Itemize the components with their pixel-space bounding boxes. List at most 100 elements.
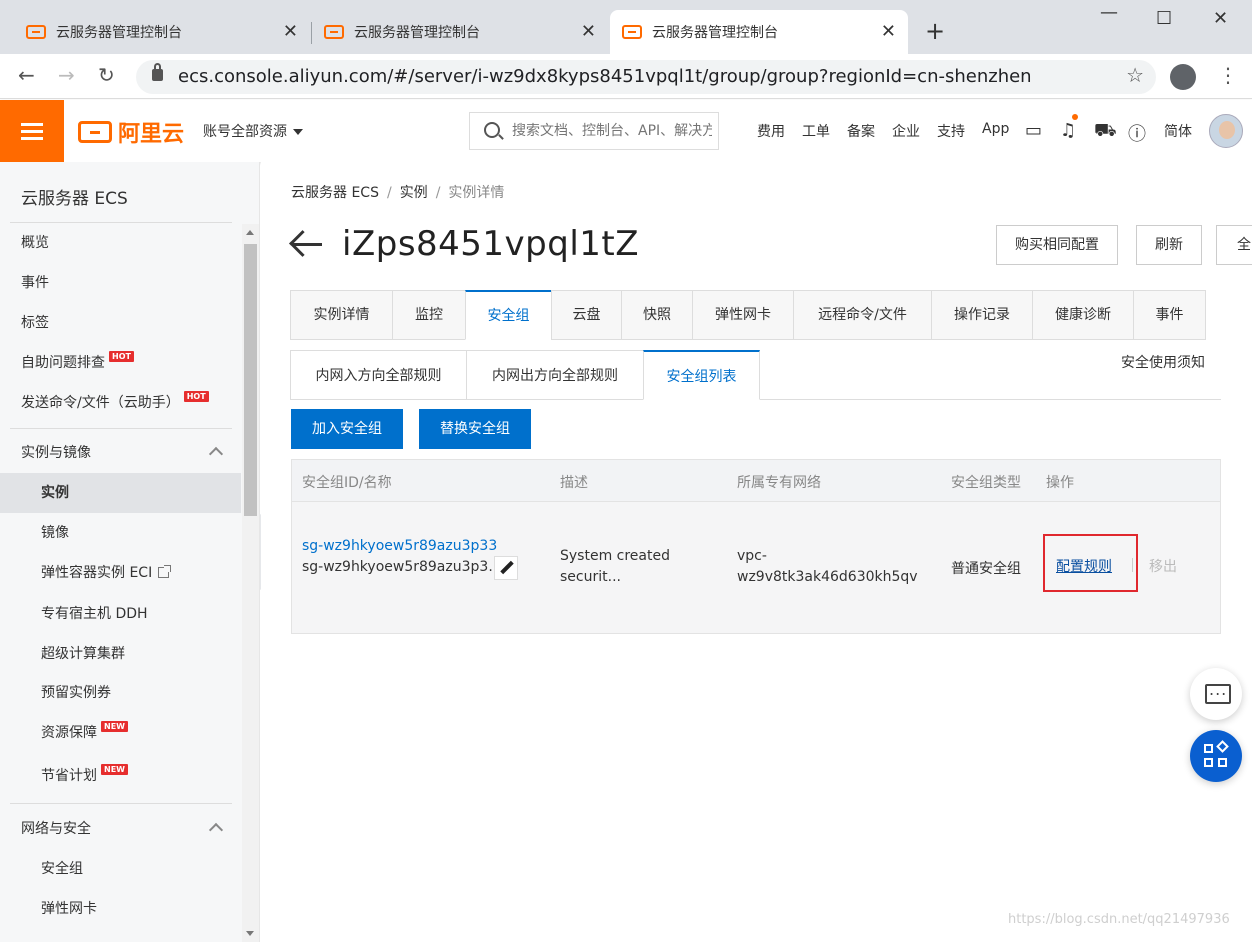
reload-icon[interactable]: ↻ — [98, 63, 115, 87]
sidebar-group-instances-images[interactable]: 实例与镜像 — [0, 433, 241, 473]
maximize-icon[interactable]: ☐ — [1156, 8, 1172, 29]
sidebar-item-ddh[interactable]: 专有宿主机 DDH — [0, 594, 241, 634]
search-icon — [484, 122, 500, 138]
address-bar[interactable]: ecs.console.aliyun.com/#/server/i-wz9dx8… — [136, 60, 1156, 94]
sg-type: 普通安全组 — [951, 561, 1021, 577]
join-security-group-button[interactable]: 加入安全组 — [291, 409, 403, 449]
help-icon[interactable]: ⓘ — [1128, 120, 1146, 146]
sidebar-item-self-diagnosis[interactable]: 自助问题排查 HOT — [0, 343, 241, 383]
tab-health-diagnosis[interactable]: 健康诊断 — [1032, 290, 1133, 340]
tab-security-groups[interactable]: 安全组 — [465, 290, 551, 340]
scrollbar-thumb[interactable] — [244, 244, 257, 516]
browser-menu-icon[interactable]: ⋮ — [1218, 63, 1238, 87]
sg-id-link[interactable]: sg-wz9hkyoew5r89azu3p33 — [302, 538, 497, 554]
tab-disks[interactable]: 云盘 — [551, 290, 621, 340]
tab-operation-records[interactable]: 操作记录 — [931, 290, 1032, 340]
subtab-outbound-rules[interactable]: 内网出方向全部规则 — [466, 350, 643, 400]
forward-icon[interactable]: → — [58, 63, 75, 87]
tab-remote-commands[interactable]: 远程命令/文件 — [793, 290, 931, 340]
close-tab-icon[interactable]: ✕ — [283, 21, 298, 42]
sidebar-title: 云服务器 ECS — [21, 189, 128, 209]
sidebar-scrollbar[interactable] — [242, 224, 259, 942]
tab-monitoring[interactable]: 监控 — [392, 290, 465, 340]
minimize-icon[interactable]: — — [1100, 2, 1118, 23]
browser-tab[interactable]: 云服务器管理控制台 ✕ — [14, 10, 310, 54]
new-badge: NEW — [101, 721, 128, 732]
divider — [10, 428, 232, 429]
aliyun-logo-icon — [78, 121, 112, 143]
tab-snapshots[interactable]: 快照 — [621, 290, 692, 340]
account-resource-dropdown[interactable]: 账号全部资源 — [203, 121, 303, 141]
console-topbar: 阿里云 账号全部资源 费用 工单 备案 企业 支持 App ▭ ♫ ⛟ ⓘ 简体 — [0, 100, 1252, 162]
edit-name-icon[interactable] — [494, 556, 518, 580]
cart-icon[interactable]: ⛟ — [1094, 120, 1117, 144]
global-search[interactable] — [469, 112, 719, 150]
refresh-button[interactable]: 刷新 — [1136, 225, 1202, 265]
url-text: ecs.console.aliyun.com/#/server/i-wz9dx8… — [178, 66, 1032, 87]
close-tab-icon[interactable]: ✕ — [881, 21, 896, 42]
sidebar-item-resource-assurance[interactable]: 资源保障 NEW — [0, 713, 241, 753]
sidebar-item-images[interactable]: 镜像 — [0, 513, 241, 553]
language-switch[interactable]: 简体 — [1164, 121, 1192, 141]
back-arrow-icon[interactable] — [290, 228, 322, 260]
replace-security-group-button[interactable]: 替换安全组 — [419, 409, 531, 449]
sidebar-item-events[interactable]: 事件 — [0, 263, 241, 303]
window-close-icon[interactable]: ✕ — [1213, 8, 1228, 29]
subtab-inbound-rules[interactable]: 内网入方向全部规则 — [290, 350, 466, 400]
remove-link[interactable]: 移出 — [1149, 556, 1177, 576]
sidebar-item-tags[interactable]: 标签 — [0, 303, 241, 343]
external-link-icon — [158, 565, 172, 578]
sidebar-item-reserved-instances[interactable]: 预留实例券 — [0, 673, 241, 713]
sidebar-item-eci[interactable]: 弹性容器实例 ECI — [0, 553, 241, 593]
search-input[interactable] — [512, 121, 712, 141]
scroll-up-icon[interactable] — [246, 230, 254, 235]
bell-icon[interactable]: ♫ — [1060, 120, 1076, 141]
browser-tab[interactable]: 云服务器管理控制台 ✕ — [312, 10, 608, 54]
sidebar-item-cloud-assistant[interactable]: 发送命令/文件（云助手） HOT — [0, 383, 241, 423]
user-avatar[interactable] — [1209, 114, 1243, 148]
sidebar-group-network-security[interactable]: 网络与安全 — [0, 809, 241, 849]
browser-toolbar: ← → ↻ ecs.console.aliyun.com/#/server/i-… — [0, 54, 1252, 99]
nav-icp[interactable]: 备案 — [847, 121, 875, 141]
security-group-table: 安全组ID/名称 描述 所属专有网络 安全组类型 操作 sg-wz9hkyoew… — [291, 459, 1221, 634]
sidebar-item-savings-plan[interactable]: 节省计划 NEW — [0, 756, 241, 796]
browser-tabstrip: 云服务器管理控制台 ✕ 云服务器管理控制台 ✕ 云服务器管理控制台 ✕ + — … — [0, 0, 1252, 54]
nav-app[interactable]: App — [982, 121, 1009, 137]
breadcrumb: 云服务器 ECS / 实例 / 实例详情 — [291, 185, 505, 201]
sidebar-item-overview[interactable]: 概览 — [0, 223, 241, 263]
menu-icon[interactable] — [0, 100, 64, 162]
sidebar-item-eni[interactable]: 弹性网卡 — [0, 889, 241, 929]
tab-instance-detail[interactable]: 实例详情 — [290, 290, 392, 340]
nav-tickets[interactable]: 工单 — [802, 121, 830, 141]
tab-events[interactable]: 事件 — [1133, 290, 1206, 340]
sidebar-item-instances[interactable]: 实例 — [0, 473, 241, 513]
aliyun-logo[interactable]: 阿里云 — [78, 116, 184, 148]
hot-badge: HOT — [183, 391, 209, 402]
subtab-security-group-list[interactable]: 安全组列表 — [643, 350, 760, 400]
nav-enterprise[interactable]: 企业 — [892, 121, 920, 141]
nav-support[interactable]: 支持 — [937, 121, 965, 141]
nav-fees[interactable]: 费用 — [757, 121, 785, 141]
breadcrumb-instances[interactable]: 实例 — [400, 185, 428, 201]
apps-icon[interactable] — [1190, 730, 1242, 782]
scroll-down-icon[interactable] — [246, 931, 254, 936]
sidebar-item-scc[interactable]: 超级计算集群 — [0, 634, 241, 674]
notification-dot — [1072, 114, 1078, 120]
browser-tab-active[interactable]: 云服务器管理控制台 ✕ — [610, 10, 908, 54]
back-icon[interactable]: ← — [18, 63, 35, 87]
sidebar-item-security-groups[interactable]: 安全组 — [0, 849, 241, 889]
chat-icon[interactable] — [1190, 668, 1242, 720]
close-tab-icon[interactable]: ✕ — [581, 21, 596, 42]
bookmark-star-icon[interactable]: ☆ — [1126, 63, 1144, 87]
new-tab-icon[interactable]: + — [925, 17, 945, 45]
security-subtabs: 内网入方向全部规则 内网出方向全部规则 安全组列表 — [290, 350, 1221, 400]
breadcrumb-ecs[interactable]: 云服务器 ECS — [291, 185, 379, 201]
buy-same-config-button[interactable]: 购买相同配置 — [996, 225, 1118, 265]
configure-rules-link[interactable]: 配置规则 — [1056, 556, 1112, 576]
tab-eni[interactable]: 弹性网卡 — [692, 290, 793, 340]
page-title: iZps8451vpql1tZ — [342, 224, 640, 264]
profile-icon[interactable] — [1170, 64, 1196, 90]
terminal-icon[interactable]: ▭ — [1025, 120, 1042, 141]
full-screen-button[interactable]: 全 — [1216, 225, 1252, 265]
security-notice-link[interactable]: 安全使用须知 — [1121, 352, 1205, 372]
